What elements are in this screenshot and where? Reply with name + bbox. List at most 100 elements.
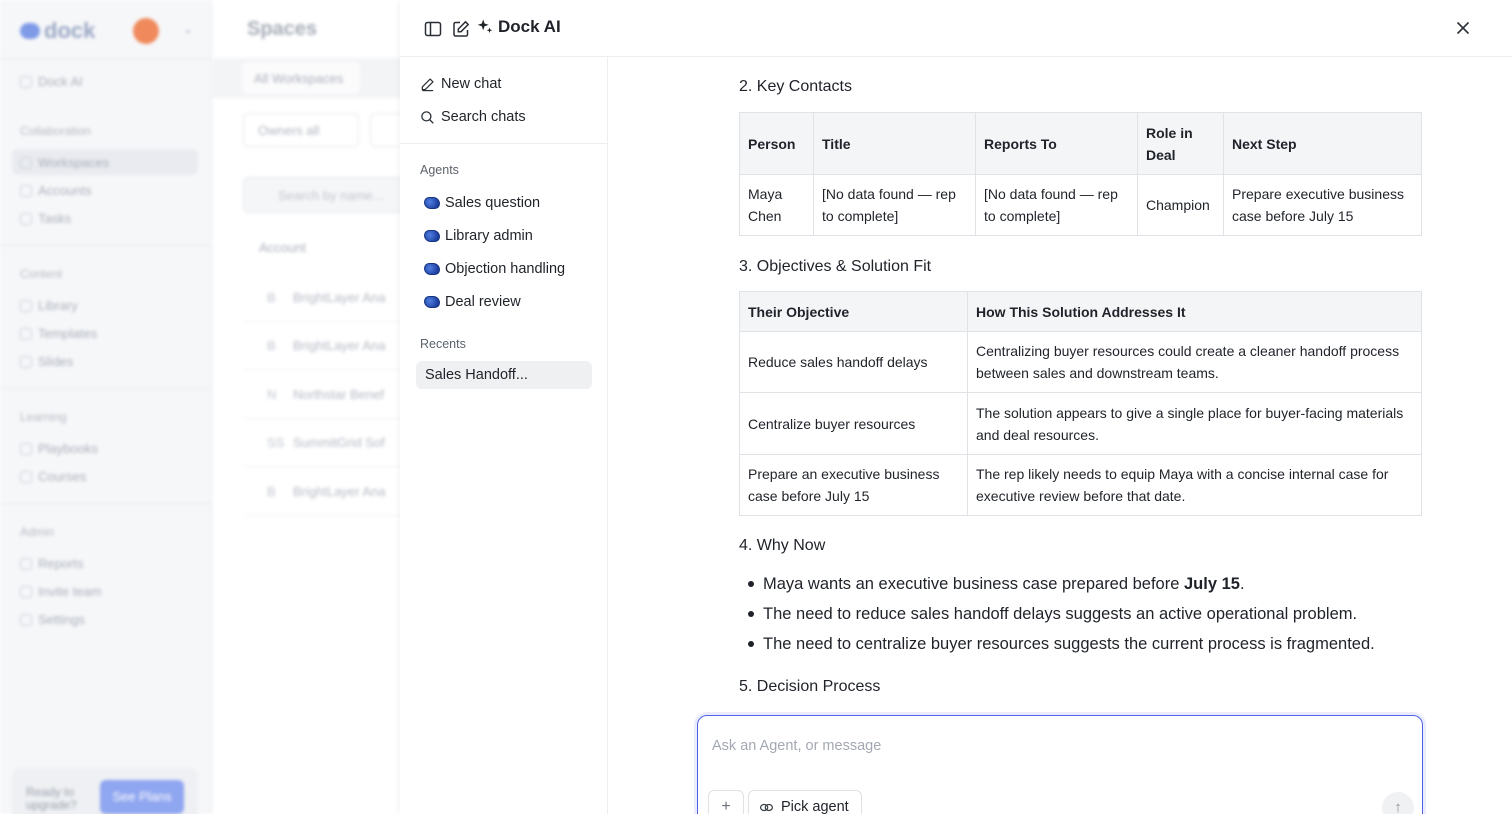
- message-composer[interactable]: Ask an Agent, or message + Pick agent ↑: [697, 715, 1423, 814]
- logo-text: dock: [44, 18, 96, 43]
- table-cell: Centralize buyer resources: [739, 392, 968, 455]
- pick-agent-button[interactable]: Pick agent: [748, 790, 862, 814]
- sidebar-toggle-icon[interactable]: [423, 19, 443, 39]
- gear-icon: [20, 613, 32, 626]
- why-now-list: Maya wants an executive business case pr…: [747, 573, 1375, 663]
- agent-icon: [424, 197, 440, 209]
- app-sidebar: dock ⌄ Dock AI Collaboration Workspaces …: [0, 0, 212, 814]
- chevron-down-icon[interactable]: ⌄: [183, 22, 193, 36]
- chart-icon: [20, 557, 32, 570]
- agent-label: Deal review: [445, 294, 521, 310]
- list-item: Maya wants an executive business case pr…: [747, 573, 1375, 603]
- table-header-row: Their Objective How This Solution Addres…: [739, 291, 1422, 332]
- table-cell: Champion: [1137, 174, 1224, 236]
- column-header: Title: [813, 112, 976, 175]
- workspace-avatar[interactable]: [133, 18, 159, 44]
- row-name: BrightLayer Ana: [293, 290, 386, 305]
- search-input[interactable]: Search by name...: [243, 177, 413, 213]
- row-initial: B: [267, 484, 276, 499]
- sidebar-item-label: Reports: [38, 556, 84, 571]
- compose-icon[interactable]: [451, 19, 471, 39]
- recent-chat-item[interactable]: Sales Handoff...: [416, 361, 592, 389]
- table-cell: Reduce sales handoff delays: [739, 331, 968, 393]
- column-header: Next Step: [1223, 112, 1422, 175]
- section-heading: 3. Objectives & Solution Fit: [739, 258, 932, 275]
- sidebar-item-accounts[interactable]: Accounts: [20, 183, 91, 198]
- dock-ai-panel: Dock AI New chat Search chats Agents Sal…: [400, 0, 1512, 814]
- section-heading: 2. Key Contacts: [739, 78, 852, 95]
- row-initial: N: [267, 387, 277, 402]
- send-button[interactable]: ↑: [1382, 792, 1414, 814]
- recents-label: Recents: [420, 337, 466, 351]
- sidebar-item-label: Tasks: [38, 211, 72, 226]
- see-plans-button[interactable]: See Plans: [100, 780, 184, 814]
- sidebar-item-workspaces[interactable]: Workspaces: [20, 155, 109, 170]
- agent-label: Objection handling: [445, 261, 566, 277]
- table-cell: The rep likely needs to equip Maya with …: [967, 454, 1422, 516]
- panel-title: Dock AI: [476, 17, 561, 37]
- sidebar-item-label: Workspaces: [38, 155, 110, 170]
- search-chats-button[interactable]: Search chats: [420, 109, 526, 125]
- table-row[interactable]: B BrightLayer Ana: [245, 274, 415, 322]
- agent-library-admin[interactable]: Library admin: [424, 228, 533, 244]
- template-icon: [20, 327, 32, 340]
- sidebar-item-label: Invite team: [38, 584, 102, 599]
- new-chat-label: New chat: [441, 76, 502, 92]
- table-cell: [No data found — rep to complete]: [813, 174, 976, 236]
- sidebar-item-label: Library: [38, 298, 78, 313]
- sidebar-item-slides[interactable]: Slides: [20, 354, 73, 369]
- row-name: SummitGrid Sof: [293, 435, 385, 450]
- table-row[interactable]: B BrightLayer Ana: [245, 468, 415, 516]
- agent-icon: [424, 263, 440, 275]
- message-input[interactable]: Ask an Agent, or message: [712, 738, 881, 754]
- list-item: The need to reduce sales handoff delays …: [747, 603, 1375, 633]
- key-contacts-table: Person Title Reports To Role in Deal Nex…: [739, 112, 1422, 236]
- row-name: BrightLayer Ana: [293, 338, 386, 353]
- section-title: Collaboration: [20, 124, 91, 138]
- slides-icon: [20, 355, 32, 368]
- sidebar-item-settings[interactable]: Settings: [20, 612, 85, 627]
- sidebar-item-courses[interactable]: Courses: [20, 469, 86, 484]
- tab-all-workspaces[interactable]: All Workspaces: [242, 62, 360, 94]
- row-name: Northstar Benef: [293, 387, 385, 402]
- close-icon[interactable]: [1452, 17, 1474, 39]
- table-row[interactable]: B BrightLayer Ana: [245, 322, 415, 370]
- list-item: The need to centralize buyer resources s…: [747, 633, 1375, 663]
- column-header: Person: [739, 112, 814, 175]
- divider: [0, 245, 212, 246]
- divider: [0, 388, 212, 389]
- divider: [0, 503, 212, 504]
- search-chats-label: Search chats: [441, 109, 526, 125]
- objectives-table: Their Objective How This Solution Addres…: [739, 291, 1422, 516]
- attach-button[interactable]: +: [708, 790, 744, 814]
- agent-objection-handling[interactable]: Objection handling: [424, 261, 565, 277]
- table-cell: Prepare an executive business case befor…: [739, 454, 968, 516]
- sidebar-item-library[interactable]: Library: [20, 298, 78, 313]
- agent-sales-question[interactable]: Sales question: [424, 195, 540, 211]
- new-chat-button[interactable]: New chat: [420, 76, 501, 92]
- panel-title-text: Dock AI: [498, 17, 561, 36]
- table-cell: Prepare executive business case before J…: [1223, 174, 1422, 236]
- search-icon: [421, 110, 434, 124]
- table-row[interactable]: SS SummitGrid Sof: [245, 419, 415, 467]
- sidebar-item-label: Accounts: [38, 183, 92, 198]
- table-row: Prepare an executive business case befor…: [739, 454, 1422, 516]
- table-row[interactable]: N Northstar Benef: [245, 371, 415, 419]
- library-icon: [20, 299, 32, 312]
- divider: [400, 143, 608, 144]
- owners-filter[interactable]: Owners all: [243, 113, 359, 147]
- sidebar-item-tasks[interactable]: Tasks: [20, 211, 71, 226]
- list-item-bold: July 15: [1184, 575, 1240, 593]
- sidebar-item-reports[interactable]: Reports: [20, 556, 84, 571]
- row-initial: SS: [267, 435, 285, 450]
- section-title: Learning: [20, 410, 67, 424]
- table-row: Reduce sales handoff delays Centralizing…: [739, 331, 1422, 393]
- agent-deal-review[interactable]: Deal review: [424, 294, 521, 310]
- sidebar-item-templates[interactable]: Templates: [20, 326, 97, 341]
- sidebar-item-invite-team[interactable]: Invite team: [20, 584, 102, 599]
- table-row: Maya Chen [No data found — rep to comple…: [739, 174, 1422, 236]
- building-icon: [20, 184, 32, 197]
- sidebar-item-dock-ai[interactable]: Dock AI: [20, 74, 83, 89]
- sidebar-item-label: Dock AI: [38, 74, 83, 89]
- sidebar-item-playbooks[interactable]: Playbooks: [20, 441, 98, 456]
